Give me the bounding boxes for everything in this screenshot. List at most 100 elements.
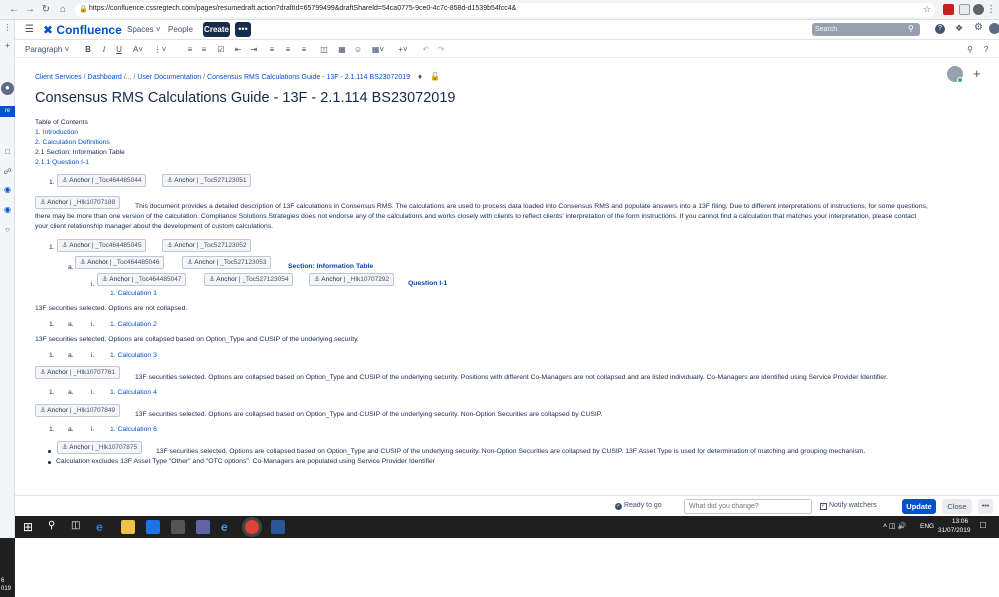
redo-icon[interactable]: ↷ <box>436 44 446 56</box>
table-icon[interactable]: ▦˅ <box>370 44 386 56</box>
browser-menu-icon[interactable]: ⋮ <box>985 4 997 16</box>
clock-time[interactable]: 13:06 <box>943 518 977 525</box>
insert-more-icon[interactable]: +˅ <box>395 44 411 56</box>
anchor-macro[interactable]: ⚓ Anchor | _Toc464485044 <box>57 174 147 187</box>
more-formatting-icon[interactable]: ⋮˅ <box>152 44 168 56</box>
footer-more-button[interactable]: ••• <box>978 499 993 514</box>
system-tray-icons[interactable]: ˄ ◫ 🔊 <box>883 522 906 530</box>
outdent-icon[interactable]: ⇤ <box>233 44 243 56</box>
windows-start-icon[interactable]: ⊞ <box>23 520 33 534</box>
globe-icon[interactable]: ◉ <box>2 204 13 215</box>
add-icon[interactable]: + <box>2 40 13 51</box>
page-title[interactable]: Consensus RMS Calculations Guide - 13F -… <box>35 90 455 106</box>
task-view-icon[interactable]: ◫ <box>71 520 80 531</box>
breadcrumb-item[interactable]: Dashboard <box>88 74 122 81</box>
breadcrumb-item[interactable]: Client Services <box>35 74 82 81</box>
notifications-icon[interactable]: ❖ <box>955 23 963 34</box>
back-arrow-icon[interactable]: ← <box>8 4 20 16</box>
search-box[interactable]: ⚲ <box>812 23 920 36</box>
confluence-logo[interactable]: ✖ Confluence <box>43 23 122 37</box>
chrome-icon[interactable] <box>245 520 259 534</box>
create-button[interactable]: Create <box>203 22 230 37</box>
app-badge[interactable]: re <box>0 106 15 117</box>
anchor-macro[interactable]: ⚓ Anchor | _Toc527123052 <box>162 239 252 252</box>
text-color-icon[interactable]: A˅ <box>130 44 146 56</box>
word-icon[interactable] <box>271 520 285 534</box>
info-icon[interactable]: ○ <box>2 224 13 235</box>
page-editor[interactable]: Client Services / Dashboard /... / User … <box>15 60 999 495</box>
toc-item[interactable]: 2.1.1 Question I-1 <box>35 158 89 167</box>
help-icon[interactable]: ? <box>935 24 945 34</box>
search-icon[interactable]: ⚲ <box>908 24 914 33</box>
clock-date[interactable]: 31/07/2019 <box>938 527 971 534</box>
breadcrumb-item[interactable]: User Documentation <box>137 74 201 81</box>
more-vertical-icon[interactable]: ⋮ <box>2 22 13 33</box>
change-comment-input[interactable] <box>684 499 812 514</box>
spaces-menu[interactable]: Spaces ˅ <box>127 25 161 34</box>
restriction-lock-icon[interactable]: 🔓 <box>430 72 440 81</box>
paragraph-dropdown[interactable]: Paragraph ˅ <box>25 44 71 56</box>
breadcrumb-item[interactable]: Consensus RMS Calculations Guide - 13F -… <box>207 74 410 81</box>
reload-icon[interactable]: ↻ <box>40 4 52 16</box>
numbered-list-icon[interactable]: ≡ <box>199 44 209 56</box>
link-icon[interactable]: ◫ <box>319 44 329 56</box>
underline-icon[interactable]: U <box>114 44 124 56</box>
attachment-icon[interactable]: ☍ <box>2 166 13 177</box>
settings-gear-icon[interactable]: ⚙ <box>974 22 983 33</box>
profile-icon[interactable] <box>973 4 984 15</box>
align-left-icon[interactable]: ≡ <box>267 44 277 56</box>
extension-icon[interactable] <box>959 4 970 15</box>
search-icon[interactable]: ⚲ <box>48 520 55 531</box>
anchor-macro[interactable]: ⚓ Anchor | _Toc464485046 <box>75 256 165 269</box>
align-center-icon[interactable]: ≡ <box>283 44 293 56</box>
anchor-macro[interactable]: ⚓ Anchor | _Hlk10707761 <box>35 366 121 379</box>
task-list-icon[interactable]: ☑ <box>216 44 226 56</box>
anchor-macro[interactable]: ⚓ Anchor | _Hlk10707188 <box>35 196 121 209</box>
anchor-macro[interactable]: ⚓ Anchor | _Hlk10707849 <box>35 404 121 417</box>
anchor-macro[interactable]: ⚓ Anchor | _Toc527123053 <box>182 256 272 269</box>
outlook-icon[interactable] <box>146 520 160 534</box>
profile-avatar[interactable] <box>989 23 999 34</box>
comment-icon[interactable]: □ <box>2 146 13 157</box>
people-link[interactable]: People <box>168 25 193 34</box>
update-button[interactable]: Update <box>902 499 936 514</box>
app-switcher-icon[interactable]: ☰ <box>25 24 34 35</box>
app-icon[interactable] <box>171 520 185 534</box>
italic-icon[interactable]: I <box>99 44 109 56</box>
toc-item[interactable]: 1. Introduction <box>35 128 78 137</box>
home-icon[interactable]: ⌂ <box>57 4 69 16</box>
toc-item[interactable]: 2.1 Section: Information Table <box>35 148 125 157</box>
anchor-macro[interactable]: ⚓ Anchor | _Hlk10707875 <box>57 441 143 454</box>
find-icon[interactable]: ⚲ <box>965 44 975 56</box>
anchor-macro[interactable]: ⚓ Anchor | _Toc527123054 <box>204 273 294 286</box>
pdf-extension-icon[interactable] <box>943 4 954 15</box>
indent-icon[interactable]: ⇥ <box>249 44 259 56</box>
connect-icon[interactable]: ◉ <box>2 184 13 195</box>
toc-item[interactable]: 2. Calculation Definitions <box>35 138 110 147</box>
align-right-icon[interactable]: ≡ <box>299 44 309 56</box>
undo-icon[interactable]: ↶ <box>421 44 431 56</box>
image-icon[interactable]: ▦ <box>337 44 347 56</box>
teams-icon[interactable] <box>196 520 210 534</box>
bullet-list-icon[interactable]: ≡ <box>185 44 195 56</box>
create-more-button[interactable]: ••• <box>235 22 251 37</box>
help-icon[interactable]: ? <box>981 44 991 56</box>
label-tag-icon[interactable]: ♦ <box>418 72 422 81</box>
anchor-macro[interactable]: ⚓ Anchor | _Toc464485045 <box>57 239 147 252</box>
breadcrumb-ellipsis[interactable]: /... <box>124 74 132 81</box>
user-avatar-icon[interactable]: ● <box>1 82 14 95</box>
anchor-macro[interactable]: ⚓ Anchor | _Toc527123051 <box>162 174 252 187</box>
checkbox-checked-icon[interactable]: ✓ <box>820 503 827 510</box>
language-indicator[interactable]: ENG <box>920 523 934 530</box>
edge-icon[interactable]: e <box>96 520 110 534</box>
close-button[interactable]: Close <box>942 499 972 514</box>
anchor-macro[interactable]: ⚓ Anchor | _Toc464485047 <box>97 273 187 286</box>
file-explorer-icon[interactable] <box>121 520 135 534</box>
bold-icon[interactable]: B <box>83 44 93 56</box>
notify-watchers-checkbox[interactable]: ✓ Notify watchers <box>820 502 877 510</box>
address-bar[interactable]: 🔒 https://confluence.cssregtech.com/page… <box>75 3 935 17</box>
star-icon[interactable]: ☆ <box>923 4 931 15</box>
ie-icon[interactable]: e <box>221 520 235 534</box>
anchor-macro[interactable]: ⚓ Anchor | _Hlk10707292 <box>309 273 395 286</box>
invite-add-icon[interactable]: + <box>973 66 981 81</box>
